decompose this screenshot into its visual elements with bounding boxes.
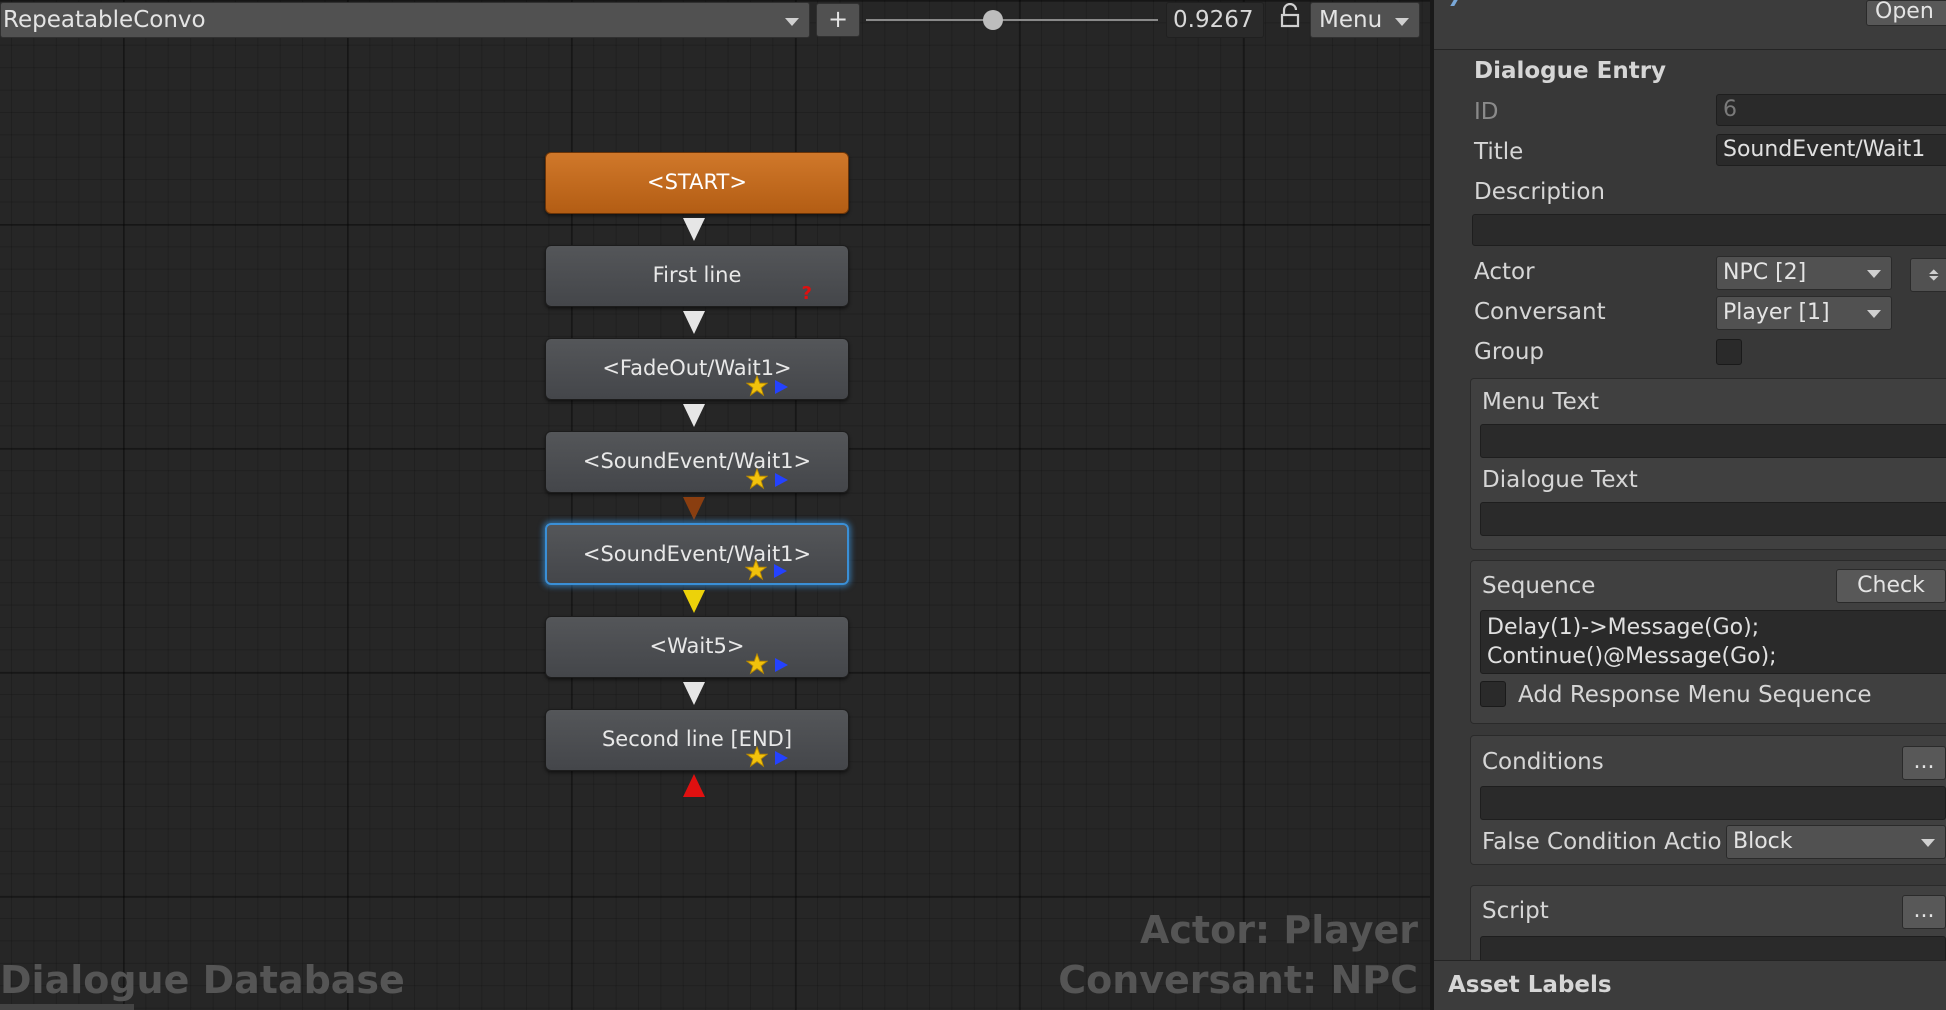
zoom-slider[interactable]: [866, 19, 1158, 21]
asset-labels-header[interactable]: Asset Labels: [1434, 960, 1946, 1010]
star-icon: [746, 468, 768, 490]
false-condition-label: False Condition Actio: [1482, 829, 1722, 855]
zoom-slider-handle[interactable]: [983, 10, 1003, 30]
play-icon: [775, 473, 788, 487]
add-response-label: Add Response Menu Sequence: [1518, 682, 1872, 708]
id-field: 6: [1716, 94, 1946, 126]
conditions-field[interactable]: [1480, 786, 1946, 820]
menu-text-label: Menu Text: [1482, 389, 1599, 415]
question-mark-icon: ?: [801, 283, 812, 304]
node-fadeout-wait1[interactable]: <FadeOut/Wait1>: [545, 338, 849, 400]
tab-indicator: [1450, 0, 1458, 6]
group-label: Group: [1474, 339, 1545, 365]
star-icon: [746, 746, 768, 768]
actor-stepper[interactable]: [1910, 258, 1946, 292]
play-icon: [774, 564, 787, 578]
database-title: Dialogue Database: [0, 958, 405, 1002]
end-marker-icon: [683, 774, 705, 797]
check-button[interactable]: Check: [1836, 569, 1946, 603]
lock-icon[interactable]: [1278, 3, 1302, 29]
play-icon: [775, 658, 788, 672]
dialogue-text-field[interactable]: [1480, 502, 1946, 536]
menu-dropdown-label: Menu: [1319, 7, 1383, 33]
chevron-down-icon: [1395, 18, 1409, 26]
false-condition-dropdown[interactable]: Block: [1726, 825, 1946, 859]
actor-conversant-info: Actor: Player Conversant: NPC: [1058, 905, 1418, 1005]
id-label: ID: [1474, 99, 1499, 125]
conversation-dropdown-label: RepeatableConvo: [3, 7, 206, 33]
node-first-line[interactable]: First line ?: [545, 245, 849, 307]
inspector-header: Open: [1434, 0, 1946, 50]
chevron-down-icon: [1867, 310, 1881, 318]
sequence-field[interactable]: Delay(1)->Message(Go); Continue()@Messag…: [1480, 610, 1946, 674]
link-arrow[interactable]: [683, 682, 705, 705]
add-conversation-button[interactable]: +: [816, 3, 860, 37]
sequence-line: Continue()@Message(Go);: [1487, 644, 1777, 669]
actor-label: Actor: [1474, 259, 1535, 285]
actor-dropdown[interactable]: NPC [2]: [1716, 256, 1892, 290]
node-label: <START>: [647, 170, 747, 194]
conversant-dropdown-label: Player [1]: [1723, 300, 1830, 325]
conversation-dropdown[interactable]: RepeatableConvo: [0, 2, 810, 38]
node-label: <SoundEvent/Wait1>: [582, 542, 812, 566]
open-button[interactable]: Open: [1866, 0, 1946, 26]
script-options-button[interactable]: ...: [1902, 895, 1946, 929]
inspector-panel: Open Dialogue Entry ID 6 Title SoundEven…: [1430, 0, 1946, 1010]
conversant-line: Conversant: NPC: [1058, 958, 1418, 1002]
menu-dropdown[interactable]: Menu: [1310, 2, 1420, 38]
node-label: <SoundEvent/Wait1>: [582, 449, 812, 473]
graph-toolbar: RepeatableConvo + 0.9267 Menu: [0, 0, 1430, 38]
menu-text-field[interactable]: [1480, 424, 1946, 458]
link-arrow-brown[interactable]: [683, 497, 705, 520]
link-arrow-yellow[interactable]: [683, 590, 705, 613]
actor-dropdown-label: NPC [2]: [1723, 260, 1807, 285]
zoom-input[interactable]: 0.9267: [1166, 2, 1264, 38]
conditions-options-button[interactable]: ...: [1902, 746, 1946, 780]
sequence-label: Sequence: [1482, 573, 1596, 599]
node-start[interactable]: <START>: [545, 152, 849, 214]
false-condition-dropdown-label: Block: [1733, 829, 1793, 854]
chevron-down-icon: [1867, 270, 1881, 278]
chevron-down-icon: [785, 18, 799, 26]
play-icon: [775, 380, 788, 394]
link-arrow[interactable]: [683, 218, 705, 241]
star-icon: [746, 653, 768, 675]
link-arrow[interactable]: [683, 311, 705, 334]
conditions-label: Conditions: [1482, 749, 1604, 775]
conversant-dropdown[interactable]: Player [1]: [1716, 296, 1892, 330]
star-icon: [745, 559, 767, 581]
node-soundevent-wait1[interactable]: <SoundEvent/Wait1>: [545, 431, 849, 493]
description-field[interactable]: [1472, 214, 1946, 246]
node-wait5[interactable]: <Wait5>: [545, 616, 849, 678]
sequence-line: Delay(1)->Message(Go);: [1487, 615, 1760, 640]
title-label: Title: [1474, 139, 1524, 165]
title-field[interactable]: SoundEvent/Wait1: [1716, 134, 1946, 166]
star-icon: [746, 375, 768, 397]
horizontal-scrollbar[interactable]: [0, 1004, 134, 1010]
section-title: Dialogue Entry: [1474, 58, 1667, 84]
link-arrow[interactable]: [683, 404, 705, 427]
node-label: <Wait5>: [649, 634, 745, 658]
dialogue-text-label: Dialogue Text: [1482, 467, 1638, 493]
up-down-icon: [1929, 269, 1939, 281]
add-response-checkbox[interactable]: [1480, 681, 1506, 707]
node-soundevent-wait1-selected[interactable]: <SoundEvent/Wait1>: [545, 523, 849, 585]
group-checkbox[interactable]: [1716, 339, 1742, 365]
actor-line: Actor: Player: [1139, 908, 1418, 952]
node-second-line-end[interactable]: Second line [END]: [545, 709, 849, 771]
node-label: Second line [END]: [601, 727, 793, 751]
conversant-label: Conversant: [1474, 299, 1606, 325]
node-label: <FadeOut/Wait1>: [602, 356, 792, 380]
chevron-down-icon: [1921, 839, 1935, 847]
play-icon: [775, 751, 788, 765]
script-label: Script: [1482, 898, 1549, 924]
description-label: Description: [1474, 179, 1605, 205]
dialogue-graph-canvas[interactable]: RepeatableConvo + 0.9267 Menu <START> Fi…: [0, 0, 1430, 1010]
